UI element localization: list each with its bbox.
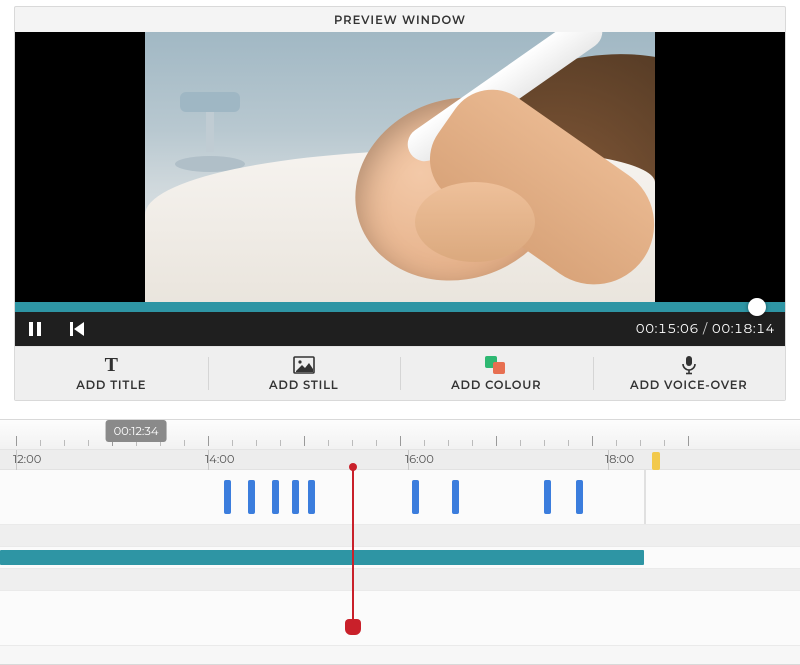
add-still-button[interactable]: ADD STILL: [208, 347, 401, 400]
timeline-marker[interactable]: [544, 480, 551, 514]
timeline-marker[interactable]: [308, 480, 315, 514]
spacer-track-1: [0, 525, 800, 547]
skip-to-start-icon: [70, 322, 84, 336]
microphone-icon: [678, 355, 700, 375]
video-area: [15, 32, 785, 312]
video-clip[interactable]: [0, 550, 644, 565]
hour-label: 12:00: [13, 452, 41, 466]
add-still-label: ADD STILL: [269, 378, 338, 392]
hour-label: 14:00: [205, 452, 235, 466]
audio-track[interactable]: [0, 591, 800, 646]
time-display: 00:15:06/00:18:14: [636, 321, 775, 337]
add-voiceover-button[interactable]: ADD VOICE-OVER: [593, 347, 786, 400]
hour-label: 18:00: [605, 452, 634, 466]
timeline-marker[interactable]: [272, 480, 279, 514]
marker-chip[interactable]: [652, 452, 660, 470]
add-title-label: ADD TITLE: [76, 378, 146, 392]
insert-toolbar: T ADD TITLE ADD STILL ADD COLOUR ADD VOI…: [15, 346, 785, 400]
rewind-button[interactable]: [67, 319, 87, 339]
title-icon: T: [100, 355, 122, 375]
add-colour-label: ADD COLOUR: [451, 378, 541, 392]
add-title-button[interactable]: T ADD TITLE: [15, 347, 208, 400]
timeline-marker[interactable]: [412, 480, 419, 514]
add-voiceover-label: ADD VOICE-OVER: [630, 378, 747, 392]
marker-track[interactable]: [0, 470, 800, 525]
timeline-tracks: [0, 470, 800, 646]
pause-button[interactable]: [25, 319, 45, 339]
timeline-marker[interactable]: [292, 480, 299, 514]
time-total: 00:18:14: [712, 321, 775, 337]
time-current: 00:15:06: [636, 321, 699, 337]
video-track[interactable]: [0, 547, 800, 569]
playback-controls: 00:15:06/00:18:14: [15, 312, 785, 346]
image-icon: [293, 355, 315, 375]
timeline-marker[interactable]: [224, 480, 231, 514]
seek-knob[interactable]: [748, 298, 766, 316]
timeline-marker[interactable]: [452, 480, 459, 514]
hour-label: 16:00: [405, 452, 434, 466]
preview-title: PREVIEW WINDOW: [15, 7, 785, 32]
pause-icon: [29, 322, 41, 336]
video-frame[interactable]: [145, 32, 655, 312]
add-colour-button[interactable]: ADD COLOUR: [400, 347, 593, 400]
timeline-marker[interactable]: [248, 480, 255, 514]
playhead[interactable]: [352, 466, 354, 621]
playhead-handle[interactable]: [345, 619, 361, 635]
timeline-panel: 00:12:34 12:00 14:00 16:00 18:00: [0, 419, 800, 665]
colour-swatch-icon: [485, 355, 507, 375]
timecode-tooltip: 00:12:34: [106, 420, 167, 442]
preview-panel: PREVIEW WINDOW 00:15:06/00:18:14: [14, 6, 786, 401]
timeline-marker[interactable]: [576, 480, 583, 514]
timeline-hour-labels: 12:00 14:00 16:00 18:00: [0, 450, 800, 470]
timeline-ruler[interactable]: 00:12:34: [0, 420, 800, 450]
seek-bar[interactable]: [15, 302, 785, 312]
spacer-track-2: [0, 569, 800, 591]
video-still-illustration: [145, 32, 655, 312]
